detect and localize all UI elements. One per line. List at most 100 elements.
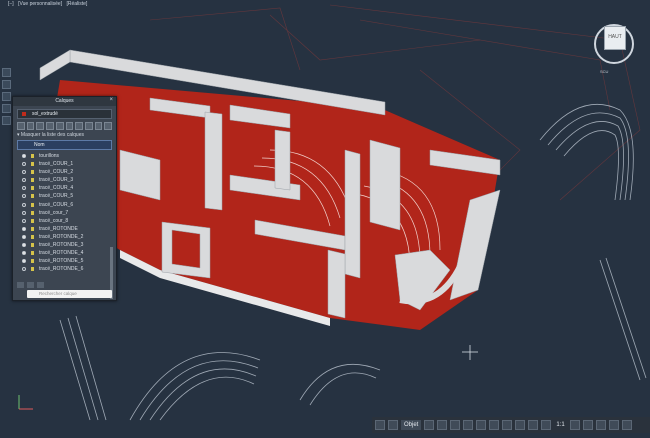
model-viewport[interactable]: [−] [Vue personnalisée] [Réaliste] Calqu… bbox=[0, 0, 650, 433]
current-layer-dropdown[interactable]: sol_extrudé bbox=[17, 109, 112, 119]
viewcube-face[interactable]: HAUT bbox=[604, 26, 626, 50]
delete-layer-icon[interactable] bbox=[26, 122, 35, 130]
lock-icon[interactable] bbox=[55, 122, 64, 130]
match-icon[interactable] bbox=[84, 122, 93, 130]
viewport-label[interactable]: [−] [Vue personnalisée] [Réaliste] bbox=[8, 1, 90, 7]
layer-status-icon[interactable] bbox=[22, 162, 26, 167]
layer-search-input[interactable]: Rechercher calque bbox=[27, 290, 112, 298]
transparency-icon[interactable] bbox=[489, 420, 500, 430]
customize-icon[interactable] bbox=[621, 420, 632, 430]
polar-icon[interactable] bbox=[437, 420, 448, 430]
layer-status-icon[interactable] bbox=[22, 251, 26, 256]
lightbulb-icon[interactable] bbox=[31, 259, 34, 264]
layer-name: tracé_COUR_2 bbox=[39, 169, 74, 176]
layer-row[interactable]: tracé_ROTONDE_5 bbox=[17, 257, 112, 265]
grid-icon[interactable] bbox=[388, 420, 398, 430]
layer-status-icon[interactable] bbox=[22, 218, 26, 223]
layers-icon[interactable] bbox=[2, 92, 11, 101]
visual-style[interactable]: [Réaliste] bbox=[67, 1, 88, 7]
layer-states-icon[interactable] bbox=[17, 282, 24, 288]
new-layer-icon[interactable] bbox=[17, 122, 25, 130]
lightbulb-icon[interactable] bbox=[31, 234, 34, 239]
isolate-icon[interactable] bbox=[65, 122, 74, 130]
layer-status-icon[interactable] bbox=[22, 170, 26, 175]
layer-row[interactable]: tracé_ROTONDE bbox=[17, 225, 112, 233]
viewport-control[interactable]: [−] bbox=[8, 1, 14, 7]
blocks-icon[interactable] bbox=[2, 116, 11, 125]
layer-status-icon[interactable] bbox=[22, 226, 26, 231]
layer-row[interactable]: tracé_ROTONDE_3 bbox=[17, 241, 112, 249]
layer-status-icon[interactable] bbox=[22, 210, 26, 215]
snap-mode-button[interactable]: Objet bbox=[401, 420, 422, 430]
otrack-icon[interactable] bbox=[463, 420, 474, 430]
lightbulb-icon[interactable] bbox=[31, 251, 34, 256]
filter-label: Masquer la liste des calques bbox=[20, 132, 84, 138]
annotation-visibility-icon[interactable] bbox=[528, 420, 539, 430]
layer-status-icon[interactable] bbox=[22, 243, 26, 248]
lightbulb-icon[interactable] bbox=[31, 170, 34, 175]
tool-palette-icon[interactable] bbox=[2, 68, 11, 77]
layer-row[interactable]: tourillons bbox=[17, 152, 112, 160]
lightbulb-icon[interactable] bbox=[31, 154, 34, 158]
lightbulb-icon[interactable] bbox=[31, 210, 34, 215]
layer-status-icon[interactable] bbox=[22, 186, 26, 191]
workspace-icon[interactable] bbox=[569, 420, 580, 430]
lightbulb-icon[interactable] bbox=[31, 186, 34, 191]
layer-name: tracé_COUR_1 bbox=[39, 161, 74, 168]
layer-row[interactable]: tracé_COUR_5 bbox=[17, 192, 112, 200]
layer-name: tracé_ROTONDE_4 bbox=[39, 250, 84, 257]
model-space-icon[interactable] bbox=[375, 420, 385, 430]
ortho-icon[interactable] bbox=[424, 420, 435, 430]
layer-row[interactable]: tracé_ROTONDE_6 bbox=[17, 265, 112, 273]
lightbulb-icon[interactable] bbox=[31, 194, 34, 199]
lightbulb-icon[interactable] bbox=[31, 267, 34, 272]
unisolate-icon[interactable] bbox=[75, 122, 83, 130]
layer-list-toggle[interactable]: ▾ Masquer la liste des calques bbox=[17, 132, 112, 138]
group-icon[interactable] bbox=[37, 282, 44, 288]
autoscale-icon[interactable] bbox=[541, 420, 552, 430]
layer-status-icon[interactable] bbox=[22, 202, 26, 207]
layer-row[interactable]: tracé_COUR_1 bbox=[17, 160, 112, 168]
lineweight-icon[interactable] bbox=[476, 420, 487, 430]
lightbulb-icon[interactable] bbox=[31, 243, 34, 248]
layer-status-icon[interactable] bbox=[22, 194, 26, 199]
info-icon[interactable] bbox=[2, 80, 11, 89]
isolate-objects-icon[interactable] bbox=[595, 420, 606, 430]
layer-list-header[interactable]: Nom bbox=[17, 140, 112, 150]
layer-status-icon[interactable] bbox=[22, 259, 26, 264]
lightbulb-icon[interactable] bbox=[31, 202, 34, 207]
settings-icon[interactable] bbox=[104, 122, 113, 130]
layer-row[interactable]: tracé_ROTONDE_2 bbox=[17, 233, 112, 241]
annotation-scale[interactable]: 1:1 bbox=[554, 422, 566, 428]
layer-row[interactable]: tracé_COUR_3 bbox=[17, 176, 112, 184]
close-icon[interactable]: × bbox=[109, 97, 113, 103]
layer-status-icon[interactable] bbox=[22, 267, 26, 272]
annotation-monitor-icon[interactable] bbox=[582, 420, 593, 430]
lightbulb-icon[interactable] bbox=[31, 162, 34, 167]
layer-status-icon[interactable] bbox=[22, 178, 26, 183]
filter-icon[interactable] bbox=[27, 282, 34, 288]
dynamic-ucs-icon[interactable] bbox=[515, 420, 526, 430]
layer-name: tracé_cour_8 bbox=[39, 217, 69, 224]
ucs-label[interactable]: SCU bbox=[600, 69, 608, 74]
viewcube[interactable]: HAUT SCU bbox=[592, 16, 638, 74]
freeze-icon[interactable] bbox=[46, 122, 54, 130]
layer-row[interactable]: tracé_ROTONDE_4 bbox=[17, 249, 112, 257]
lightbulb-icon[interactable] bbox=[31, 218, 34, 223]
selection-cycling-icon[interactable] bbox=[502, 420, 513, 430]
properties-icon[interactable] bbox=[2, 104, 11, 113]
fullscreen-icon[interactable] bbox=[608, 420, 619, 430]
lightbulb-icon[interactable] bbox=[31, 178, 34, 183]
layer-row[interactable]: tracé_COUR_2 bbox=[17, 168, 112, 176]
layer-row[interactable]: tracé_cour_8 bbox=[17, 217, 112, 225]
lightbulb-icon[interactable] bbox=[31, 226, 34, 231]
layer-status-icon[interactable] bbox=[22, 154, 26, 158]
view-name[interactable]: [Vue personnalisée] bbox=[18, 1, 62, 7]
layer-status-icon[interactable] bbox=[22, 234, 26, 239]
walk-icon[interactable] bbox=[94, 122, 103, 130]
osnap-icon[interactable] bbox=[450, 420, 461, 430]
layer-row[interactable]: tracé_COUR_6 bbox=[17, 201, 112, 209]
layer-row[interactable]: tracé_cour_7 bbox=[17, 209, 112, 217]
set-current-icon[interactable] bbox=[36, 122, 45, 130]
layer-row[interactable]: tracé_COUR_4 bbox=[17, 184, 112, 192]
